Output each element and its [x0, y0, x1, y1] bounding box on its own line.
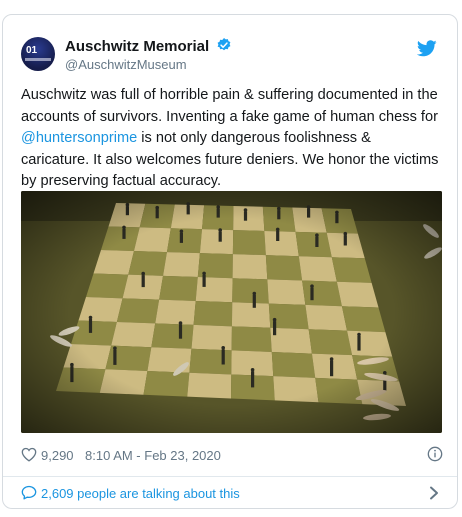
tweet-header: 01 Auschwitz Memorial @AuschwitzMuseum	[21, 35, 441, 75]
chessboard-field-image	[21, 191, 442, 433]
timestamp[interactable]: 8:10 AM - Feb 23, 2020	[85, 448, 221, 463]
author-name[interactable]: Auschwitz Memorial	[65, 38, 209, 55]
mention-link[interactable]: @huntersonprime	[21, 130, 137, 146]
tweet-meta: 9,290 8:10 AM - Feb 23, 2020	[21, 445, 443, 465]
conversation-link[interactable]: 2,609 people are talking about this	[21, 482, 443, 504]
avatar-text: 01	[26, 45, 38, 56]
like-count[interactable]: 9,290	[41, 448, 74, 463]
tweet-card: 01 Auschwitz Memorial @AuschwitzMuseum A…	[2, 14, 458, 509]
info-icon[interactable]	[427, 446, 443, 465]
tweet-text-part-1: Auschwitz was full of horrible pain & su…	[21, 87, 438, 125]
talking-count-label: 2,609 people are talking about this	[41, 486, 240, 501]
avatar-subtext-bar	[25, 58, 51, 61]
twitter-bird-icon[interactable]	[416, 40, 437, 62]
divider	[3, 476, 457, 477]
chevron-right-icon	[429, 486, 439, 503]
verified-badge-icon	[216, 37, 232, 57]
author-handle[interactable]: @AuschwitzMuseum	[65, 57, 187, 72]
heart-icon[interactable]	[21, 447, 37, 465]
tweet-image[interactable]	[21, 191, 442, 433]
speech-bubble-icon	[21, 485, 37, 503]
tweet-text: Auschwitz was full of horrible pain & su…	[21, 85, 443, 193]
avatar[interactable]: 01	[21, 37, 55, 71]
author-name-row[interactable]: Auschwitz Memorial	[65, 37, 232, 57]
